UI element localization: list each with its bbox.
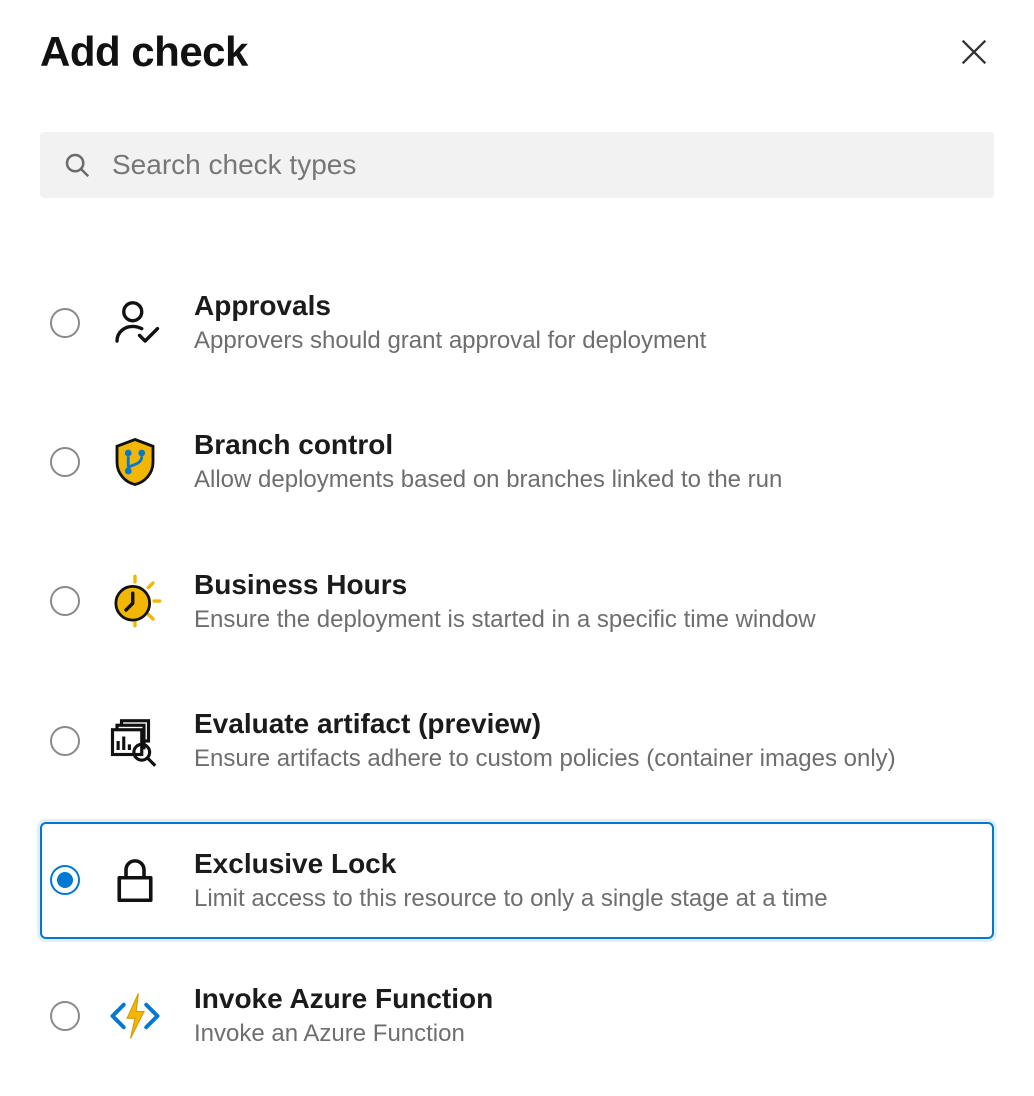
radio-button[interactable] <box>50 865 80 895</box>
item-description: Limit access to this resource to only a … <box>194 883 828 915</box>
close-button[interactable] <box>954 32 994 72</box>
dialog-title: Add check <box>40 28 248 76</box>
lock-icon <box>106 851 164 909</box>
item-title: Approvals <box>194 288 706 323</box>
search-box[interactable] <box>40 132 994 198</box>
search-icon <box>62 150 92 180</box>
item-title: Branch control <box>194 427 782 462</box>
radio-button[interactable] <box>50 586 80 616</box>
branch-shield-icon <box>106 433 164 491</box>
search-input[interactable] <box>110 148 972 182</box>
item-description: Ensure artifacts adhere to custom polici… <box>194 743 896 775</box>
check-item-invoke-azure-function[interactable]: Invoke Azure Function Invoke an Azure Fu… <box>40 957 994 1074</box>
close-icon <box>957 35 991 69</box>
item-description: Invoke an Azure Function <box>194 1018 493 1050</box>
person-check-icon <box>106 294 164 352</box>
radio-button[interactable] <box>50 726 80 756</box>
item-description: Approvers should grant approval for depl… <box>194 325 706 357</box>
item-description: Allow deployments based on branches link… <box>194 464 782 496</box>
check-type-list: Approvals Approvers should grant approva… <box>40 264 994 1096</box>
check-item-exclusive-lock[interactable]: Exclusive Lock Limit access to this reso… <box>40 822 994 939</box>
item-title: Business Hours <box>194 567 816 602</box>
item-description: Ensure the deployment is started in a sp… <box>194 604 816 636</box>
check-item-approvals[interactable]: Approvals Approvers should grant approva… <box>40 264 994 381</box>
radio-button[interactable] <box>50 1001 80 1031</box>
check-item-business-hours[interactable]: Business Hours Ensure the deployment is … <box>40 543 994 660</box>
dialog-header: Add check <box>40 28 994 76</box>
check-item-branch-control[interactable]: Branch control Allow deployments based o… <box>40 403 994 520</box>
item-title: Evaluate artifact (preview) <box>194 706 896 741</box>
azure-function-icon <box>106 987 164 1045</box>
clock-sun-icon <box>106 572 164 630</box>
item-title: Exclusive Lock <box>194 846 828 881</box>
radio-button[interactable] <box>50 447 80 477</box>
check-item-evaluate-artifact[interactable]: Evaluate artifact (preview) Ensure artif… <box>40 682 994 799</box>
artifact-eval-icon <box>106 712 164 770</box>
item-title: Invoke Azure Function <box>194 981 493 1016</box>
radio-button[interactable] <box>50 308 80 338</box>
